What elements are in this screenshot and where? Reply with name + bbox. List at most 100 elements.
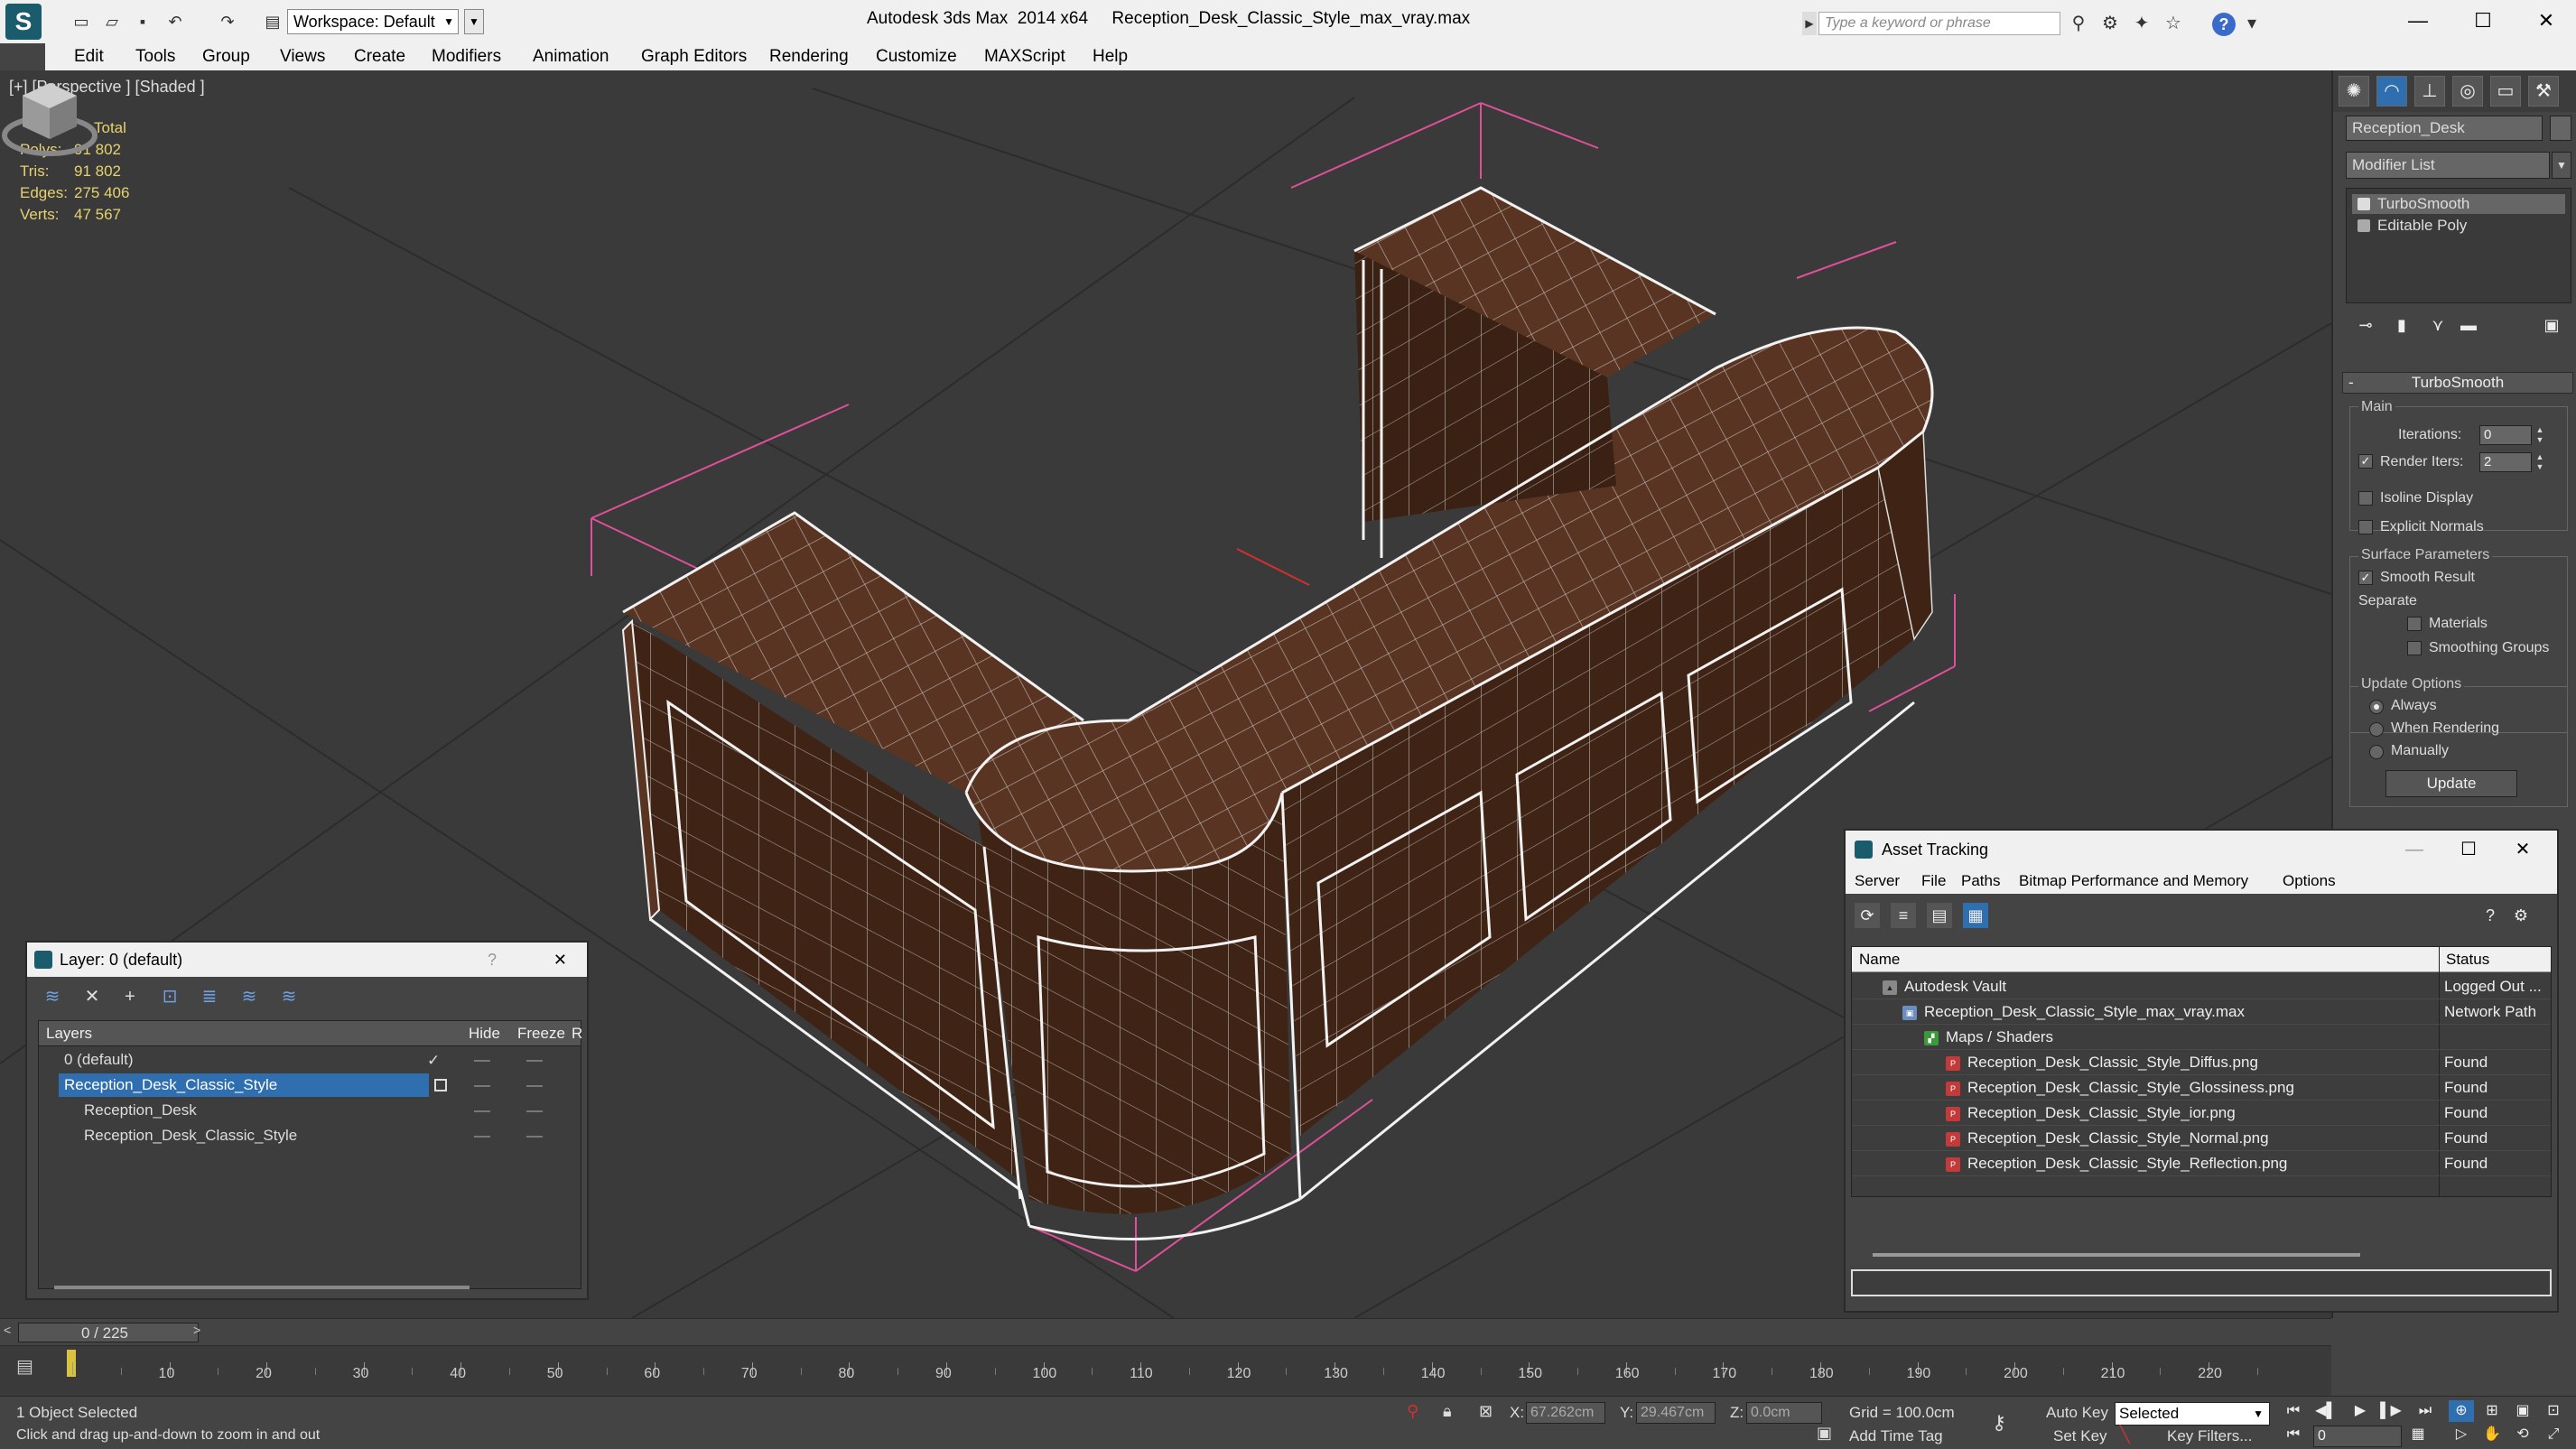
show-end-result-icon[interactable]: ▮ [2389, 312, 2414, 338]
menu-maxscript[interactable]: MAXScript [984, 47, 1065, 67]
maximize-button[interactable]: ☐ [2456, 5, 2510, 36]
hide-toggle[interactable] [474, 1060, 490, 1062]
app-logo-icon[interactable]: S [5, 4, 42, 40]
menu-graph-editors[interactable]: Graph Editors [641, 47, 747, 67]
open-file-icon[interactable]: ▱ [101, 11, 123, 33]
hide-toggle[interactable] [474, 1085, 490, 1087]
asset-row[interactable]: ▣ Reception_Desk_Classic_Style_max_vray.… [1852, 999, 2551, 1025]
go-to-end-icon[interactable]: ⏭ [2413, 1400, 2438, 1422]
time-slider[interactable]: < 0 / 225 > [0, 1318, 2331, 1345]
configure-sets-icon[interactable]: ▣ [2539, 312, 2564, 338]
zoom-icon[interactable]: ⊕ [2449, 1400, 2474, 1422]
hierarchy-tab-icon[interactable]: ⊥ [2414, 76, 2445, 107]
select-objects-icon[interactable]: ⊡ [157, 984, 182, 1009]
object-color-swatch[interactable] [2550, 116, 2571, 141]
track-bar[interactable]: ▤ 10 20 30 40 50 60 70 80 90 100 110 120 130 140 150 16… [0, 1345, 2331, 1396]
previous-key-icon[interactable]: ◀▌ [2313, 1400, 2339, 1422]
next-frame-icon[interactable]: > [193, 1323, 200, 1337]
asset-path-field[interactable] [1851, 1269, 2552, 1296]
maximize-button[interactable]: ☐ [2450, 831, 2487, 868]
render-iters-checkbox[interactable]: ✓ [2358, 454, 2373, 469]
active-layer-check-icon[interactable]: ✓ [427, 1048, 440, 1073]
turbosmooth-rollout-header[interactable]: - TurboSmooth [2342, 372, 2573, 394]
help-icon[interactable]: ? [2212, 13, 2236, 36]
key-icon[interactable]: ⚷ [1992, 1411, 2006, 1435]
search-input[interactable]: Type a keyword or phrase [1818, 12, 2060, 35]
freeze-toggle[interactable] [526, 1060, 543, 1062]
quick-access-dropdown[interactable]: ▼ [464, 9, 484, 34]
hide-toggle[interactable] [474, 1110, 490, 1112]
go-to-start-icon[interactable]: ⏮ [2281, 1400, 2306, 1422]
zoom-extents-all-icon[interactable]: ⊡ [2541, 1400, 2566, 1422]
always-radio[interactable] [2369, 700, 2384, 714]
column-hide[interactable]: Hide [469, 1025, 500, 1043]
undo-icon[interactable]: ↶ [164, 11, 186, 33]
horizontal-scrollbar[interactable] [54, 1286, 470, 1289]
menu-file[interactable]: File [1921, 872, 1946, 890]
key-filters-button[interactable]: Key Filters... [2167, 1427, 2252, 1445]
project-folder-icon[interactable]: ▤ [262, 11, 284, 33]
motion-tab-icon[interactable]: ◎ [2452, 76, 2483, 107]
absolute-mode-icon[interactable]: ⊠ [1479, 1402, 1493, 1421]
asset-row[interactable]: P Reception_Desk_Classic_Style_Normal.pn… [1852, 1126, 2551, 1151]
menu-options[interactable]: Options [2283, 872, 2336, 890]
time-tag-icon[interactable]: ▣ [1817, 1424, 1832, 1443]
pan-view-icon[interactable]: ✋ [2479, 1424, 2505, 1445]
when-rendering-radio[interactable] [2369, 722, 2384, 737]
redo-icon[interactable]: ↷ [217, 11, 238, 33]
stack-item-turbosmooth[interactable]: TurboSmooth [2352, 194, 2565, 214]
help-dropdown-icon[interactable]: ▾ [2241, 13, 2263, 34]
x-coordinate-field[interactable]: 67.262cm [1526, 1402, 1605, 1424]
object-name-field[interactable]: Reception_Desk [2346, 116, 2543, 141]
create-tab-icon[interactable]: ✺ [2339, 76, 2369, 107]
isoline-display-checkbox[interactable] [2358, 491, 2373, 506]
create-layer-icon[interactable]: ≋ [40, 984, 65, 1009]
chevron-down-icon[interactable]: ▼ [2552, 152, 2571, 179]
viewcube-icon[interactable] [0, 70, 99, 170]
highlight-layer-icon[interactable]: ≣ [197, 984, 222, 1009]
asset-window-titlebar[interactable]: Asset Tracking — ☐ ✕ [1846, 831, 2557, 868]
layer-row[interactable]: Reception_Desk_Classic_Style [39, 1073, 581, 1099]
binoculars-icon[interactable]: ⚲ [2068, 13, 2089, 34]
pin-stack-icon[interactable]: ⊸ [2353, 312, 2378, 338]
layer-row[interactable]: 0 (default) ✓ [39, 1048, 581, 1073]
menu-help[interactable]: Help [1093, 47, 1128, 67]
hide-all-layers-icon[interactable]: ≋ [237, 984, 262, 1009]
freeze-toggle[interactable] [526, 1085, 543, 1087]
subscription-icon[interactable]: ⚙ [2099, 13, 2121, 34]
column-status[interactable]: Status [2446, 951, 2489, 969]
menu-bitmap-performance[interactable]: Bitmap Performance and Memory [2019, 872, 2248, 890]
asset-row[interactable]: P Reception_Desk_Classic_Style_Diffus.pn… [1852, 1050, 2551, 1075]
lightbulb-icon[interactable] [2357, 198, 2370, 210]
asset-row[interactable]: P Reception_Desk_Classic_Style_Glossines… [1852, 1075, 2551, 1101]
freeze-all-layers-icon[interactable]: ≋ [276, 984, 302, 1009]
asset-row[interactable]: ▲ Autodesk Vault Logged Out ... [1852, 974, 2551, 999]
stack-item-editable-poly[interactable]: Editable Poly [2352, 216, 2565, 236]
close-button[interactable]: ✕ [2519, 5, 2573, 36]
minimize-button[interactable]: — [2396, 831, 2432, 868]
remove-modifier-icon[interactable]: ▬ [2456, 312, 2481, 338]
close-button[interactable]: ✕ [553, 943, 567, 977]
layer-window-titlebar[interactable]: Layer: 0 (default) ? ✕ [27, 943, 587, 977]
isolate-icon[interactable]: ⚲ [1407, 1402, 1418, 1421]
zoom-all-icon[interactable]: ⊞ [2479, 1400, 2505, 1422]
minimize-button[interactable]: — [2391, 5, 2445, 36]
horizontal-scrollbar[interactable] [1873, 1253, 2360, 1257]
table-view-icon[interactable]: ▦ [1963, 903, 1988, 928]
set-key-button[interactable]: Set Key [2053, 1427, 2107, 1445]
menu-paths[interactable]: Paths [1961, 872, 2000, 890]
refresh-icon[interactable]: ⟳ [1855, 903, 1880, 928]
communication-icon[interactable]: ✦ [2131, 13, 2153, 34]
menu-server[interactable]: Server [1855, 872, 1900, 890]
asset-row[interactable]: P Reception_Desk_Classic_Style_ior.png F… [1852, 1101, 2551, 1126]
render-iters-spinner[interactable]: 2 [2479, 452, 2532, 472]
explicit-normals-checkbox[interactable] [2358, 520, 2373, 534]
maximize-viewport-icon[interactable]: ⤢ [2541, 1424, 2566, 1445]
field-of-view-icon[interactable]: ▷ [2449, 1424, 2474, 1445]
smooth-result-checkbox[interactable]: ✓ [2358, 571, 2373, 585]
previous-frame-icon[interactable]: < [4, 1323, 11, 1337]
manually-radio[interactable] [2369, 745, 2384, 759]
time-config-icon[interactable]: ▦ [2405, 1424, 2431, 1445]
next-key-icon[interactable]: ▌▶ [2378, 1400, 2404, 1422]
list-view-icon[interactable]: ≡ [1891, 903, 1916, 928]
